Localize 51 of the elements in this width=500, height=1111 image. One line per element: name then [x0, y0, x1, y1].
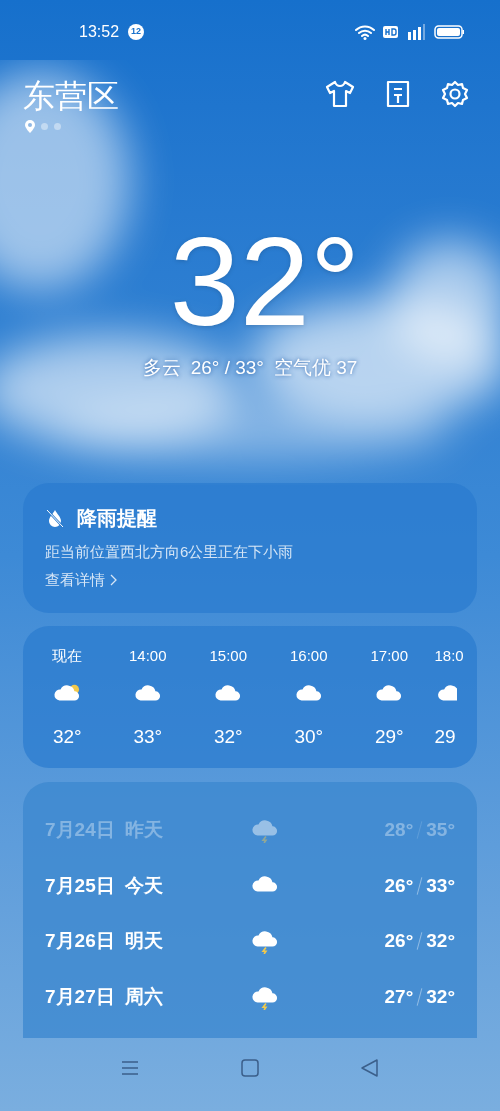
- details-link[interactable]: 查看详情: [45, 569, 117, 592]
- hour-temperature: 32°: [52, 724, 82, 749]
- document-icon[interactable]: [385, 80, 411, 108]
- hour-label: 17:00: [370, 646, 408, 665]
- alert-title: 降雨提醒: [77, 505, 157, 531]
- tshirt-icon[interactable]: [325, 80, 355, 108]
- low-temperature: 28°: [384, 818, 414, 842]
- low-temperature: 26°: [384, 929, 414, 953]
- hour-temperature: 30°: [294, 724, 324, 749]
- hour-temperature: 32°: [213, 724, 243, 749]
- status-time: 13:52: [79, 22, 120, 42]
- hour-label: 现在: [52, 646, 83, 665]
- hour-label: 14:00: [128, 646, 167, 665]
- hour-label: 15:00: [209, 646, 247, 665]
- weather-condition: 多云: [142, 356, 181, 380]
- settings-icon[interactable]: [441, 80, 469, 108]
- alert-message: 距当前位置西北方向6公里正在下小雨: [45, 541, 295, 562]
- low-temperature: 27°: [384, 984, 414, 1009]
- notification-badge: 12: [128, 24, 145, 40]
- back-icon[interactable]: [361, 1058, 379, 1077]
- temperature-range: 26° / 33°: [190, 356, 264, 380]
- day-date: 7月24日: [45, 818, 115, 842]
- wifi-icon: [355, 24, 375, 40]
- high-temperature: 32°: [426, 929, 455, 953]
- hour-temperature: 29°: [374, 724, 404, 749]
- day-name: 昨天: [124, 818, 163, 842]
- hour-temperature: 29: [434, 724, 456, 749]
- high-temperature: 33°: [426, 873, 455, 898]
- battery-icon: [434, 25, 464, 39]
- rain-off-icon: [45, 507, 65, 528]
- day-date: 7月25日: [45, 873, 115, 898]
- day-date: 7月26日: [45, 929, 115, 953]
- signal-icon: [406, 24, 426, 40]
- chevron-right-icon: [109, 574, 117, 587]
- high-temperature: 35°: [426, 818, 455, 842]
- current-temperature: 32°: [169, 222, 361, 342]
- day-date: 7月27日: [45, 984, 115, 1009]
- hd-icon: [383, 26, 398, 38]
- city-name: 东营区: [23, 77, 119, 116]
- day-name: 今天: [124, 873, 163, 898]
- hour-label: 18:0: [434, 646, 464, 665]
- air-quality: 空气优 37: [273, 356, 358, 380]
- thunderstorm-icon: [250, 928, 280, 955]
- low-temperature: 26°: [384, 873, 414, 898]
- thunderstorm-icon: [250, 817, 280, 844]
- home-icon[interactable]: [241, 1058, 259, 1077]
- hour-temperature: 33°: [133, 724, 163, 749]
- day-name: 周六: [124, 984, 163, 1009]
- day-name: 明天: [124, 929, 163, 953]
- hour-label: 16:00: [289, 646, 328, 665]
- high-temperature: 32°: [426, 984, 455, 1009]
